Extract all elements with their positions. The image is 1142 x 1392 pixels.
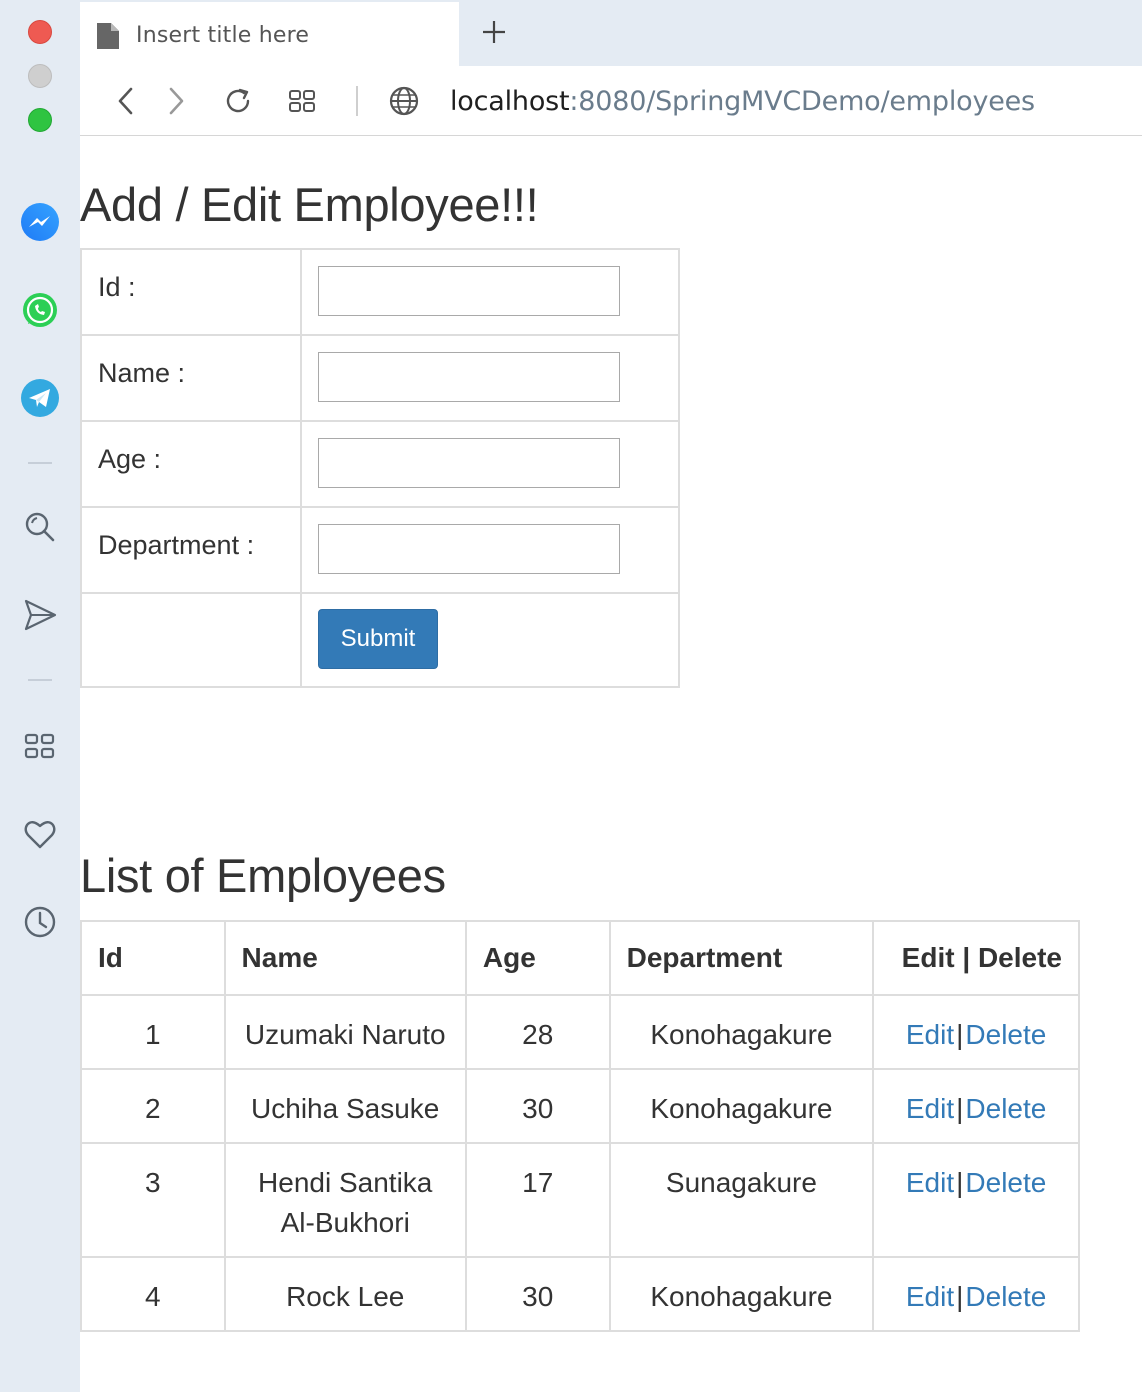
cell-actions: Edit|Delete — [872, 1142, 1080, 1258]
form-row-age: Age : — [80, 420, 680, 508]
table-row: 3 Hendi Santika Al-Bukhori 17 Sunagakure … — [80, 1142, 1080, 1258]
cell-id: 2 — [80, 1068, 226, 1144]
delete-link[interactable]: Delete — [965, 1281, 1046, 1312]
whatsapp-icon[interactable] — [20, 290, 60, 330]
sidebar-divider — [28, 679, 52, 681]
age-input[interactable] — [318, 438, 620, 488]
column-header-id: Id — [80, 920, 226, 996]
minimize-window-button[interactable] — [28, 64, 52, 88]
cell-name: Uzumaki Naruto — [223, 994, 467, 1070]
tab-title: Insert title here — [136, 23, 310, 48]
url-field[interactable]: localhost:8080/SpringMVCDemo/employees — [450, 86, 1035, 117]
name-line: Hendi Santika — [258, 1167, 433, 1198]
search-icon[interactable] — [20, 507, 60, 547]
globe-icon — [386, 83, 422, 119]
back-button[interactable] — [108, 83, 144, 119]
browser-tab[interactable]: Insert title here — [80, 2, 459, 66]
column-header-name: Name — [223, 920, 467, 996]
cell-department: Konohagakure — [608, 994, 875, 1070]
cell-age: 30 — [464, 1256, 611, 1332]
button-cell: Submit — [300, 592, 680, 688]
cell-age: 28 — [464, 994, 611, 1070]
link-separator: | — [956, 1019, 964, 1050]
employees-table: Id Name Age Department Edit | Delete 1 U… — [80, 920, 1080, 1332]
table-row: 2 Uchiha Sasuke 30 Konohagakure Edit|Del… — [80, 1068, 1080, 1144]
field-cell — [300, 420, 680, 508]
form-row-id: Id : — [80, 248, 680, 336]
telegram-icon[interactable] — [20, 378, 60, 418]
field-label: Age : — [80, 420, 302, 508]
column-header-age: Age — [464, 920, 611, 996]
cell-actions: Edit|Delete — [872, 1068, 1080, 1144]
address-bar: localhost:8080/SpringMVCDemo/employees — [80, 66, 1142, 136]
table-header-row: Id Name Age Department Edit | Delete — [80, 920, 1080, 996]
messenger-icon[interactable] — [20, 202, 60, 242]
maximize-window-button[interactable] — [28, 108, 52, 132]
link-separator: | — [956, 1281, 964, 1312]
close-window-button[interactable] — [28, 20, 52, 44]
new-tab-button[interactable] — [476, 14, 512, 50]
department-input[interactable] — [318, 524, 620, 574]
form-heading: Add / Edit Employee!!! — [80, 178, 539, 231]
column-header-department: Department — [608, 920, 875, 996]
cell-name: Uchiha Sasuke — [223, 1068, 467, 1144]
delete-link[interactable]: Delete — [965, 1019, 1046, 1050]
field-cell — [300, 334, 680, 422]
edit-link[interactable]: Edit — [906, 1167, 954, 1198]
cell-name: Rock Lee — [223, 1256, 467, 1332]
field-label: Department : — [80, 506, 302, 594]
empty-cell — [80, 592, 302, 688]
tiles-icon[interactable] — [284, 83, 320, 119]
cell-age: 30 — [464, 1068, 611, 1144]
edit-link[interactable]: Edit — [906, 1019, 954, 1050]
tab-bar: Insert title here — [80, 0, 1142, 66]
forward-button[interactable] — [158, 83, 194, 119]
delete-link[interactable]: Delete — [965, 1167, 1046, 1198]
sidebar-divider — [28, 462, 52, 464]
browser-sidebar — [0, 0, 80, 1392]
history-icon[interactable] — [20, 902, 60, 942]
page-content: Add / Edit Employee!!! Id : Name : Age :… — [80, 137, 1142, 1392]
form-row-department: Department : — [80, 506, 680, 594]
edit-link[interactable]: Edit — [906, 1281, 954, 1312]
table-row: 4 Rock Lee 30 Konohagakure Edit|Delete — [80, 1256, 1080, 1332]
heart-icon[interactable] — [20, 814, 60, 854]
delete-link[interactable]: Delete — [965, 1093, 1046, 1124]
column-header-actions: Edit | Delete — [872, 920, 1080, 996]
apps-icon[interactable] — [20, 726, 60, 766]
field-label: Id : — [80, 248, 302, 336]
name-line: Al-Bukhori — [280, 1207, 410, 1238]
field-cell — [300, 248, 680, 336]
employee-form: Id : Name : Age : Department : Submit — [80, 248, 680, 688]
cell-id: 3 — [80, 1142, 226, 1258]
url-path: :8080/SpringMVCDemo/employees — [569, 86, 1035, 117]
cell-name: Hendi Santika Al-Bukhori — [223, 1142, 467, 1258]
cell-id: 1 — [80, 994, 226, 1070]
id-input[interactable] — [318, 266, 620, 316]
edit-link[interactable]: Edit — [906, 1093, 954, 1124]
form-row-submit: Submit — [80, 592, 680, 688]
cell-department: Konohagakure — [608, 1068, 875, 1144]
document-icon — [96, 22, 120, 55]
url-host: localhost — [450, 86, 570, 117]
cell-actions: Edit|Delete — [872, 994, 1080, 1070]
field-label: Name : — [80, 334, 302, 422]
field-cell — [300, 506, 680, 594]
form-row-name: Name : — [80, 334, 680, 422]
reload-button[interactable] — [220, 83, 256, 119]
link-separator: | — [956, 1167, 964, 1198]
name-input[interactable] — [318, 352, 620, 402]
cell-department: Sunagakure — [608, 1142, 875, 1258]
submit-button[interactable]: Submit — [318, 609, 438, 669]
cell-age: 17 — [464, 1142, 611, 1258]
cell-id: 4 — [80, 1256, 226, 1332]
link-separator: | — [956, 1093, 964, 1124]
address-divider — [356, 86, 358, 116]
send-icon[interactable] — [20, 595, 60, 635]
cell-department: Konohagakure — [608, 1256, 875, 1332]
cell-actions: Edit|Delete — [872, 1256, 1080, 1332]
table-row: 1 Uzumaki Naruto 28 Konohagakure Edit|De… — [80, 994, 1080, 1070]
list-heading: List of Employees — [80, 849, 446, 902]
